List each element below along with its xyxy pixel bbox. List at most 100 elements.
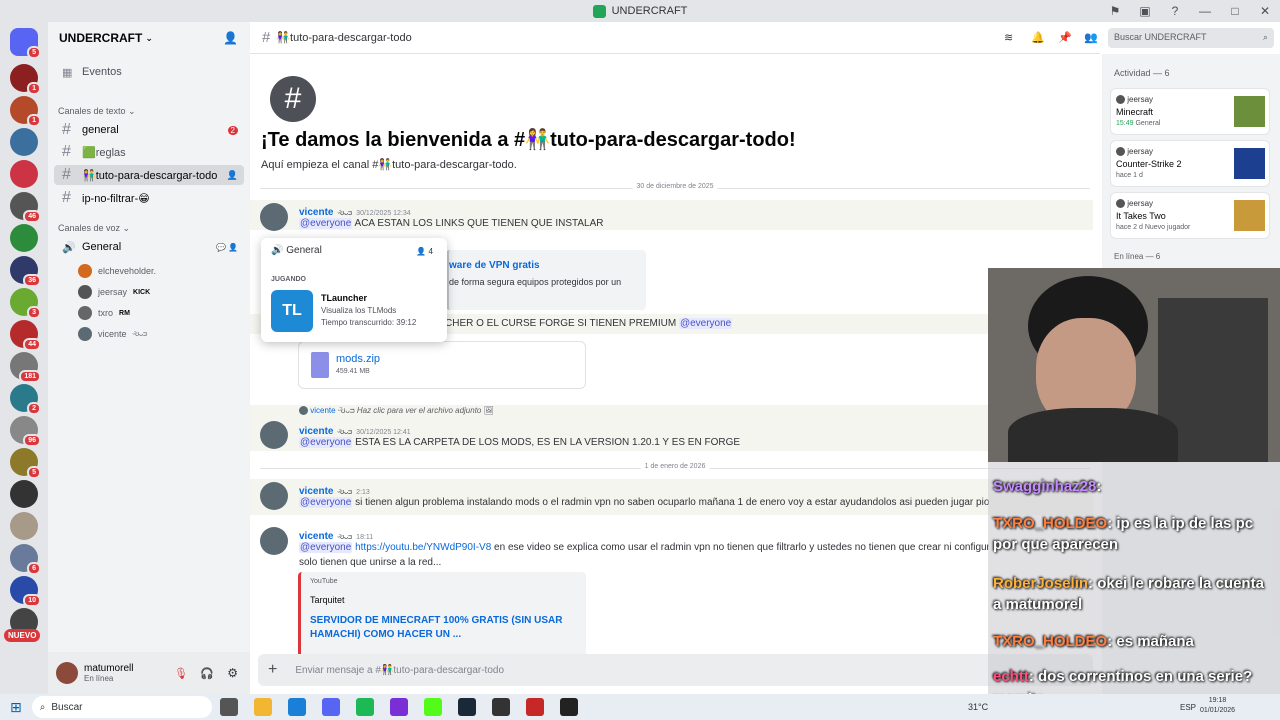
message[interactable]: vicente ᵕ̈ʊᴗᴝ 30/12/2025 12:34 @everyone A… bbox=[250, 200, 1093, 231]
speaker-icon: 🔊 bbox=[62, 241, 76, 254]
server-icon[interactable]: 5 bbox=[10, 448, 41, 479]
server-icon[interactable]: 181 bbox=[10, 352, 41, 383]
task-view-icon[interactable] bbox=[219, 698, 238, 716]
server-icon[interactable]: 1 bbox=[10, 96, 41, 127]
user-panel: matumorell En línea 🎙 🎧 ⚙ bbox=[48, 652, 250, 694]
message[interactable]: vicente ᵕ̈ʊᴗᴝ 18:11 @everyone https://yout… bbox=[250, 524, 1093, 662]
channel-tuto[interactable]: # 👫tuto-para-descargar-todo 👤 bbox=[54, 165, 244, 185]
add-member-icon[interactable]: 👤 bbox=[227, 170, 238, 181]
it-takes-two-icon bbox=[1234, 200, 1265, 231]
activity-card[interactable]: jeersay It Takes Two hace 2 d Nuevo juga… bbox=[1110, 192, 1270, 239]
settings-icon[interactable]: ⚙ bbox=[227, 666, 238, 680]
server-icon[interactable]: 6 bbox=[10, 544, 41, 575]
app-logo-icon bbox=[592, 4, 606, 18]
server-rail: 5 1 1 46 36 3 44 181 2 96 5 6 10 NUEVO bbox=[0, 22, 48, 694]
hash-icon: # bbox=[62, 143, 71, 160]
add-attachment-icon[interactable]: + bbox=[268, 661, 277, 679]
message-composer[interactable]: + Enviar mensaje a #👫tuto-para-descargar… bbox=[258, 654, 1093, 686]
welcome-subtitle: Aquí empieza el canal #👫tuto-para-descar… bbox=[261, 159, 517, 171]
link-embed[interactable]: ware de VPN gratis de forma segura equip… bbox=[446, 250, 646, 310]
activity-title: Actividad — 6 bbox=[1114, 68, 1170, 78]
avatar[interactable] bbox=[56, 662, 78, 684]
server-icon[interactable]: 3 bbox=[10, 288, 41, 319]
server-icon[interactable]: 10 bbox=[10, 576, 41, 607]
activity-card[interactable]: jeersay Minecraft 15:49 General bbox=[1110, 88, 1270, 135]
events-item[interactable]: ▦ Eventos bbox=[54, 62, 244, 82]
voice-user[interactable]: txro RM bbox=[78, 306, 130, 320]
server-icon[interactable] bbox=[10, 512, 38, 540]
zip-file-icon bbox=[311, 352, 329, 378]
channel-ip[interactable]: # ip-no-filtrar-😁 bbox=[54, 188, 244, 208]
bell-icon[interactable]: 🔔 bbox=[1031, 31, 1045, 44]
server-icon[interactable]: 2 bbox=[10, 384, 41, 415]
file-explorer-icon[interactable] bbox=[253, 698, 272, 716]
obs-icon[interactable] bbox=[491, 698, 510, 716]
server-icon[interactable] bbox=[10, 160, 38, 188]
clock[interactable]: 19:18 01/01/2026 bbox=[1200, 696, 1235, 716]
maximize-button[interactable]: □ bbox=[1220, 0, 1250, 22]
file-name[interactable]: mods.zip bbox=[336, 353, 380, 365]
kick-icon[interactable] bbox=[423, 698, 442, 716]
channel-general[interactable]: # general 2 bbox=[54, 120, 244, 140]
search-input[interactable]: Buscar UNDERCRAFT ⌕ bbox=[1108, 28, 1274, 48]
message[interactable]: vicente ᵕ̈ʊᴗᴝ 2:13 @everyone si tienen alg… bbox=[250, 479, 1093, 515]
text-category[interactable]: Canales de texto ⌄ bbox=[58, 106, 136, 117]
date-divider: 1 de enero de 2026 bbox=[260, 463, 1090, 470]
minimize-button[interactable]: — bbox=[1190, 0, 1220, 22]
screen-icon[interactable]: ▣ bbox=[1130, 0, 1160, 22]
server-icon[interactable]: 46 bbox=[10, 192, 41, 223]
close-button[interactable]: ✕ bbox=[1250, 0, 1280, 22]
chat-icon[interactable]: 💬 bbox=[216, 243, 226, 252]
voice-user[interactable]: elcheveholder. bbox=[78, 264, 156, 278]
spotify-icon[interactable] bbox=[355, 698, 374, 716]
reply-preview[interactable]: vicente ᵕ̈ʊᴗᴝ Haz clic para ver el archi… bbox=[299, 406, 494, 416]
edge-icon[interactable] bbox=[287, 698, 306, 716]
channel-reglas[interactable]: # 🟩reglas bbox=[54, 142, 244, 162]
voice-activity-popup: 🔊 General 👤 4 JUGANDO TL TLauncher Visua… bbox=[261, 238, 447, 342]
file-attachment[interactable]: mods.zip 459.41 MB bbox=[298, 341, 586, 389]
server-icon[interactable]: 44 bbox=[10, 320, 41, 351]
app-icon[interactable] bbox=[525, 698, 544, 716]
window-title: UNDERCRAFT bbox=[611, 5, 688, 17]
server-icon[interactable]: 96 bbox=[10, 416, 41, 447]
hash-icon: # bbox=[62, 121, 71, 138]
voice-user[interactable]: jeersay KICK bbox=[78, 285, 150, 299]
threads-icon[interactable]: ≋ bbox=[1004, 31, 1013, 44]
voice-category[interactable]: Canales de voz ⌄ bbox=[58, 223, 130, 234]
youtube-link[interactable]: https://youtu.be/YNWdP90I-V8 bbox=[355, 542, 491, 553]
server-icon[interactable] bbox=[10, 480, 38, 508]
voice-user[interactable]: vicente ᵕ̈ʊᴗᴝ bbox=[78, 327, 147, 341]
help-icon[interactable]: ? bbox=[1160, 0, 1190, 22]
server-icon[interactable]: 36 bbox=[10, 256, 41, 287]
epic-games-icon[interactable] bbox=[559, 698, 578, 716]
channel-header: # 👫tuto-para-descargar-todo ≋ 🔔 📌 👥 bbox=[250, 22, 1100, 54]
new-badge: NUEVO bbox=[4, 629, 41, 642]
minecraft-icon bbox=[1234, 96, 1265, 127]
pin-icon[interactable]: 📌 bbox=[1058, 31, 1072, 44]
windows-start-icon[interactable]: ⊞ bbox=[10, 699, 22, 716]
channel-title: 👫tuto-para-descargar-todo bbox=[276, 32, 412, 44]
add-user-icon[interactable]: 👤 bbox=[223, 31, 238, 45]
calendar-icon: ▦ bbox=[62, 66, 73, 79]
add-member-icon[interactable]: 👤 bbox=[228, 243, 238, 252]
canva-icon[interactable] bbox=[389, 698, 408, 716]
activity-card[interactable]: jeersay Counter-Strike 2 hace 1 d bbox=[1110, 140, 1270, 187]
server-icon[interactable] bbox=[10, 224, 38, 252]
inbox-icon[interactable]: ⚑ bbox=[1100, 0, 1130, 22]
speaker-icon: 🔊 bbox=[271, 245, 284, 256]
mute-icon[interactable]: 🎙 bbox=[174, 667, 188, 680]
youtube-embed[interactable]: YouTube Tarquitet SERVIDOR DE MINECRAFT … bbox=[298, 572, 586, 662]
members-icon[interactable]: 👥 bbox=[1084, 31, 1098, 44]
taskbar-search[interactable]: ⌕ Buscar bbox=[31, 696, 212, 718]
message[interactable]: vicente ᵕ̈ʊᴗᴝ Haz clic para ver el archi… bbox=[250, 405, 1093, 451]
server-icon[interactable]: 1 bbox=[10, 64, 41, 95]
server-header[interactable]: UNDERCRAFT ⌄ 👤 bbox=[48, 22, 250, 54]
voice-channel-general[interactable]: 🔊 General 💬 👤 bbox=[54, 237, 244, 257]
server-icon[interactable] bbox=[10, 128, 38, 156]
discord-icon[interactable] bbox=[321, 698, 340, 716]
weather[interactable]: 31°C bbox=[968, 702, 988, 712]
steam-icon[interactable] bbox=[457, 698, 476, 716]
home-button[interactable]: 5 bbox=[10, 28, 41, 59]
headphones-icon[interactable]: 🎧 bbox=[200, 667, 214, 680]
language[interactable]: ESP bbox=[1180, 703, 1196, 712]
